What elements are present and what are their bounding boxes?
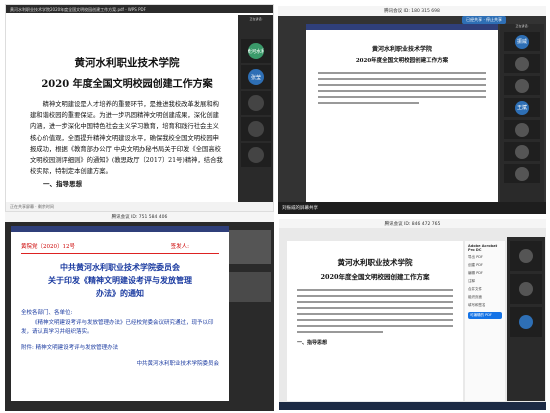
- avatar: 王斌: [515, 100, 529, 115]
- participant-tile[interactable]: [510, 274, 542, 304]
- doc-toolbar: [306, 24, 498, 30]
- acrobat-tools-pane: Adobe Acrobat Pro DC 导出 PDF 创建 PDF 编辑 PD…: [465, 241, 505, 401]
- participant-video: [229, 230, 271, 264]
- participant-tile[interactable]: 振威: [504, 32, 540, 51]
- doc-subtitle: 2020年度全国文明校园创建工作方案: [320, 273, 430, 281]
- pdf-page: 黄河水利职业技术学院 2020 年度全国文明校园创建工作方案 精神文明建设是人才…: [16, 15, 238, 211]
- meeting-screenshot-bottom-right: 腾讯会议 ID: 846 472 765 黄河水利职业技术学院 2020年度全国…: [279, 219, 546, 410]
- doc-toolbar: [11, 226, 229, 232]
- participant-tile[interactable]: 黄河水利: [241, 39, 271, 63]
- doc-section-heading: 一、指导思想: [43, 180, 82, 189]
- avatar: 黄河水利: [248, 43, 264, 59]
- share-status: 刘振威的屏幕共享: [278, 202, 546, 214]
- meeting-topbar: 腾讯会议 ID: 751 584 406: [5, 212, 274, 222]
- shared-document: 黄河水利职业技术学院 2020年度全国文明校园创建工作方案: [306, 24, 498, 202]
- participant-tile[interactable]: 王斌: [504, 98, 540, 117]
- avatar: 张莹: [248, 69, 264, 85]
- doc-header-line: 黄院党〔2020〕12号 签发人:: [21, 242, 219, 250]
- window-titlebar: 黄河水利职业技术学院2020年度全国文明校园创建工作方案.pdf - WPS P…: [6, 5, 273, 13]
- doc-text-block: [318, 72, 486, 104]
- avatar: [515, 166, 529, 181]
- doc-paragraph: 精神文明建设是人才培养的重要环节，是推进我校改革发展和构建和谐校园的重要保证。为…: [30, 101, 223, 176]
- doc-attachment: 附件: 精神文明建设考评与发放管理办法: [21, 345, 119, 351]
- meeting-screenshot-top-right: 腾讯会议 ID: 180 315 698 已经共享 · 停止共享 黄河水利职业技…: [278, 6, 546, 214]
- participant-tile[interactable]: 张莹: [241, 65, 271, 89]
- tool-combine-files[interactable]: 合并文件: [468, 287, 502, 292]
- participant-tile[interactable]: [241, 91, 271, 115]
- doc-heading: 中共黄河水利职业技术学院委员会: [60, 262, 180, 272]
- doc-subtitle: 2020年度全国文明校园创建工作方案: [355, 58, 449, 64]
- doc-title: 黄河水利职业技术学院: [337, 258, 413, 267]
- avatar: [248, 121, 264, 137]
- tool-create-pdf[interactable]: 创建 PDF: [468, 263, 502, 268]
- avatar: [248, 95, 264, 111]
- doc-heading: 办法》的通知: [96, 288, 144, 298]
- participant-sidebar: 正在讲话: 振威 王斌: [500, 24, 544, 202]
- participant-sidebar: [507, 237, 545, 401]
- participant-tile[interactable]: [510, 307, 542, 337]
- signer-label: 签发人:: [170, 244, 189, 250]
- avatar: [515, 122, 529, 137]
- avatar: [515, 78, 529, 93]
- participant-tile[interactable]: [504, 142, 540, 161]
- avatar: [515, 144, 529, 159]
- doc-section-heading: 一、指导思想: [297, 340, 328, 346]
- avatar: [248, 147, 264, 163]
- participant-tile[interactable]: [241, 143, 271, 167]
- doc-salutation: 全校各部门、各单位:: [21, 310, 73, 316]
- speaker-label: 正在讲话:: [249, 17, 263, 21]
- windows-taskbar: [279, 402, 546, 410]
- participant-tile[interactable]: [504, 120, 540, 139]
- share-footer: 正在共享屏幕 · 剩余时间: [6, 202, 273, 211]
- avatar: [519, 249, 533, 263]
- participant-tile[interactable]: [241, 117, 271, 141]
- avatar: 振威: [515, 34, 529, 49]
- participant-tile[interactable]: [504, 164, 540, 183]
- avatar: [519, 315, 533, 329]
- stop-share-button[interactable]: 已经共享 · 停止共享: [462, 16, 506, 24]
- shared-document: 黄河水利职业技术学院 2020年度全国文明校园创建工作方案 一、指导思想: [287, 241, 463, 401]
- tool-menu-title: Adobe Acrobat Pro DC: [468, 244, 498, 252]
- tool-edit-pdf[interactable]: 编辑 PDF: [468, 271, 502, 276]
- doc-heading: 关于印发《精神文明建设考评与发放管理: [48, 275, 192, 285]
- doc-number: 黄院党〔2020〕12号: [21, 244, 75, 250]
- shared-document: 黄院党〔2020〕12号 签发人: 中共黄河水利职业技术学院委员会 关于印发《精神…: [11, 226, 229, 401]
- tool-comment[interactable]: 注释: [468, 279, 502, 284]
- participant-sidebar: 正在讲话: 黄河水利 张莹: [238, 15, 273, 203]
- avatar: [515, 56, 529, 71]
- doc-title: 黄河水利职业技术学院: [371, 46, 432, 53]
- tool-organize-pages[interactable]: 组织页面: [468, 295, 502, 300]
- speaker-label: 正在讲话:: [515, 24, 529, 28]
- tool-fill-sign[interactable]: 填写和签名: [468, 303, 502, 308]
- meeting-screenshot-top-left: 黄河水利职业技术学院2020年度全国文明校园创建工作方案.pdf - WPS P…: [5, 4, 274, 212]
- participant-tile[interactable]: [510, 241, 542, 271]
- doc-subtitle: 2020 年度全国文明校园创建工作方案: [41, 79, 213, 90]
- doc-text-block: [297, 289, 453, 333]
- participant-video: [229, 272, 271, 302]
- participant-tile[interactable]: [504, 54, 540, 73]
- doc-paragraph: 《精神文明建设考评与发放管理办法》已经校党委会议研究通过，现予以印发，请认真学习…: [21, 320, 214, 335]
- meeting-screenshot-bottom-left: 腾讯会议 ID: 751 584 406 黄院党〔2020〕12号 签发人: 中共…: [5, 212, 274, 411]
- participant-tile[interactable]: [504, 76, 540, 95]
- red-rule: [21, 253, 219, 254]
- tool-export-pdf[interactable]: 导出 PDF: [468, 255, 502, 260]
- avatar: [519, 282, 533, 296]
- editable-pdf-button[interactable]: 可编辑的 PDF: [468, 312, 502, 319]
- meeting-topbar: 腾讯会议 ID: 846 472 765: [279, 219, 546, 228]
- doc-signature: 中共黄河水利职业技术学院委员会: [136, 361, 219, 367]
- doc-title: 黄河水利职业技术学院: [74, 57, 180, 69]
- meeting-topbar: 腾讯会议 ID: 180 315 698: [278, 6, 546, 16]
